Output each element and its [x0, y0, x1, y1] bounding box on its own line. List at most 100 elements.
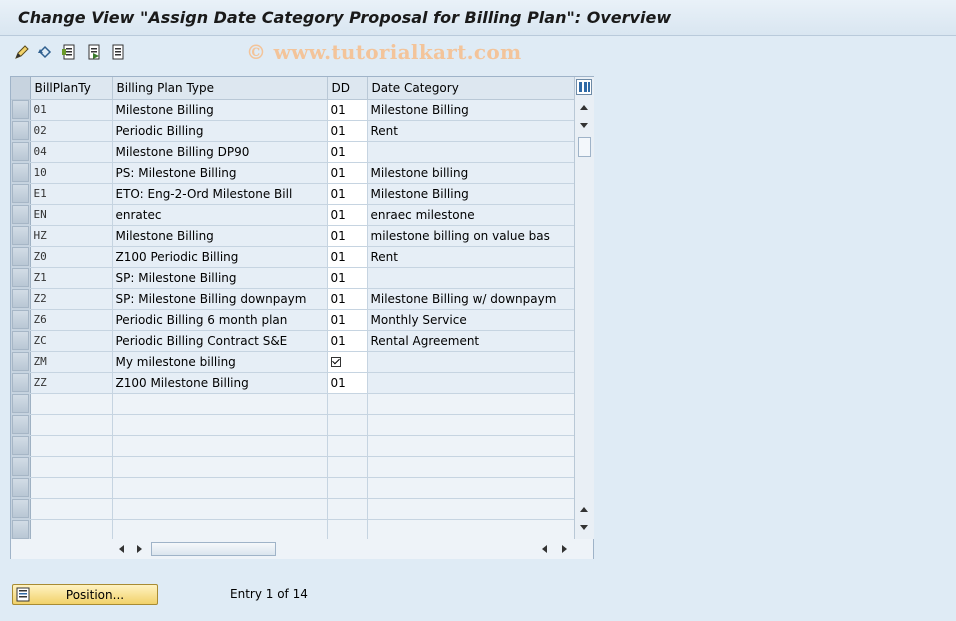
empty-cell[interactable]: [367, 435, 575, 457]
table-row[interactable]: 01 Milestone Billing 01 Milestone Billing: [11, 99, 575, 121]
row-selector[interactable]: [11, 519, 31, 541]
cell-dd-input[interactable]: 01: [327, 204, 368, 226]
empty-cell[interactable]: [30, 498, 113, 520]
row-select-button[interactable]: [12, 331, 29, 350]
row-selector[interactable]: [11, 351, 31, 373]
empty-table-row[interactable]: [11, 498, 575, 520]
row-select-button[interactable]: [12, 499, 29, 518]
previous-entry-icon[interactable]: [110, 44, 126, 60]
empty-cell[interactable]: [367, 498, 575, 520]
row-select-button[interactable]: [12, 415, 29, 434]
row-selector[interactable]: [11, 372, 31, 394]
empty-cell[interactable]: [112, 498, 328, 520]
row-selector[interactable]: [11, 435, 31, 457]
empty-cell[interactable]: [112, 435, 328, 457]
row-select-button[interactable]: [12, 457, 29, 476]
cell-dd-input[interactable]: 01: [327, 288, 368, 310]
column-header-dd[interactable]: DD: [327, 77, 368, 100]
row-selector[interactable]: [11, 309, 31, 331]
empty-cell[interactable]: [327, 477, 368, 499]
row-selector[interactable]: [11, 183, 31, 205]
row-select-button[interactable]: [12, 247, 29, 266]
empty-table-row[interactable]: [11, 477, 575, 499]
empty-table-row[interactable]: [11, 393, 575, 415]
vertical-scroll-thumb[interactable]: [578, 137, 591, 157]
cell-dd-input[interactable]: 01: [327, 162, 368, 184]
table-row[interactable]: 02 Periodic Billing 01 Rent: [11, 120, 575, 142]
empty-cell[interactable]: [30, 393, 113, 415]
row-selector[interactable]: [11, 225, 31, 247]
table-row[interactable]: Z2 SP: Milestone Billing downpaym 01 Milest…: [11, 288, 575, 310]
row-selector[interactable]: [11, 477, 31, 499]
row-select-button[interactable]: [12, 226, 29, 245]
next-entry-icon[interactable]: [86, 44, 102, 60]
table-row[interactable]: ZM My milestone billing: [11, 351, 575, 373]
empty-table-row[interactable]: [11, 414, 575, 436]
cell-dd-input[interactable]: 01: [327, 372, 368, 394]
empty-table-row[interactable]: [11, 435, 575, 457]
empty-cell[interactable]: [327, 414, 368, 436]
cell-dd-input[interactable]: 01: [327, 183, 368, 205]
table-row[interactable]: Z1 SP: Milestone Billing 01: [11, 267, 575, 289]
row-select-button[interactable]: [12, 394, 29, 413]
column-header-date-category[interactable]: Date Category: [367, 77, 575, 100]
row-selector[interactable]: [11, 141, 31, 163]
row-selector[interactable]: [11, 162, 31, 184]
row-selector[interactable]: [11, 246, 31, 268]
row-selector[interactable]: [11, 204, 31, 226]
table-row[interactable]: EN enratec 01 enraec milestone: [11, 204, 575, 226]
row-select-button[interactable]: [12, 268, 29, 287]
row-select-button[interactable]: [12, 352, 29, 371]
scroll-right-arrow-icon[interactable]: [137, 545, 142, 553]
empty-cell[interactable]: [367, 414, 575, 436]
empty-cell[interactable]: [30, 477, 113, 499]
empty-table-row[interactable]: [11, 519, 575, 541]
select-all-header[interactable]: [11, 77, 31, 100]
row-select-button[interactable]: [12, 142, 29, 161]
scroll-right-end-arrow-icon[interactable]: [562, 545, 567, 553]
table-row[interactable]: 04 Milestone Billing DP90 01: [11, 141, 575, 163]
empty-cell[interactable]: [367, 393, 575, 415]
table-row[interactable]: 10 PS: Milestone Billing 01 Milestone billi…: [11, 162, 575, 184]
row-select-button[interactable]: [12, 100, 29, 119]
details-icon[interactable]: [61, 44, 77, 60]
row-selector[interactable]: [11, 288, 31, 310]
row-select-button[interactable]: [12, 289, 29, 308]
table-row[interactable]: Z0 Z100 Periodic Billing 01 Rent: [11, 246, 575, 268]
position-button[interactable]: Position...: [12, 584, 158, 605]
row-select-button[interactable]: [12, 520, 29, 539]
row-select-button[interactable]: [12, 184, 29, 203]
scroll-left-end-arrow-icon[interactable]: [542, 545, 547, 553]
empty-cell[interactable]: [327, 393, 368, 415]
scroll-left-arrow-icon[interactable]: [119, 545, 124, 553]
horizontal-scrollbar[interactable]: [11, 539, 593, 559]
cell-dd-input[interactable]: 01: [327, 225, 368, 247]
row-selector[interactable]: [11, 414, 31, 436]
empty-cell[interactable]: [112, 456, 328, 478]
row-selector[interactable]: [11, 498, 31, 520]
empty-cell[interactable]: [367, 519, 575, 541]
table-row[interactable]: HZ Milestone Billing 01 milestone billing o…: [11, 225, 575, 247]
table-row[interactable]: Z6 Periodic Billing 6 month plan 01 Monthly…: [11, 309, 575, 331]
row-select-button[interactable]: [12, 373, 29, 392]
row-selector[interactable]: [11, 393, 31, 415]
row-selector[interactable]: [11, 456, 31, 478]
column-header-billplanty[interactable]: BillPlanTy: [30, 77, 113, 100]
empty-cell[interactable]: [327, 519, 368, 541]
scroll-page-down-arrow-icon[interactable]: [580, 525, 588, 530]
empty-cell[interactable]: [367, 477, 575, 499]
empty-table-row[interactable]: [11, 456, 575, 478]
cell-dd-input[interactable]: 01: [327, 267, 368, 289]
column-header-billing-plan-type[interactable]: Billing Plan Type: [112, 77, 328, 100]
vertical-scrollbar[interactable]: [574, 77, 594, 539]
scroll-up-arrow-icon[interactable]: [580, 105, 588, 110]
row-select-button[interactable]: [12, 436, 29, 455]
cell-dd-input[interactable]: 01: [327, 246, 368, 268]
row-select-button[interactable]: [12, 205, 29, 224]
undo-icon[interactable]: [37, 44, 53, 60]
row-selector[interactable]: [11, 267, 31, 289]
horizontal-scroll-thumb[interactable]: [151, 542, 276, 556]
scroll-page-up-arrow-icon[interactable]: [580, 507, 588, 512]
cell-dd-input[interactable]: 01: [327, 99, 368, 121]
dd-checkbox[interactable]: [330, 356, 341, 367]
